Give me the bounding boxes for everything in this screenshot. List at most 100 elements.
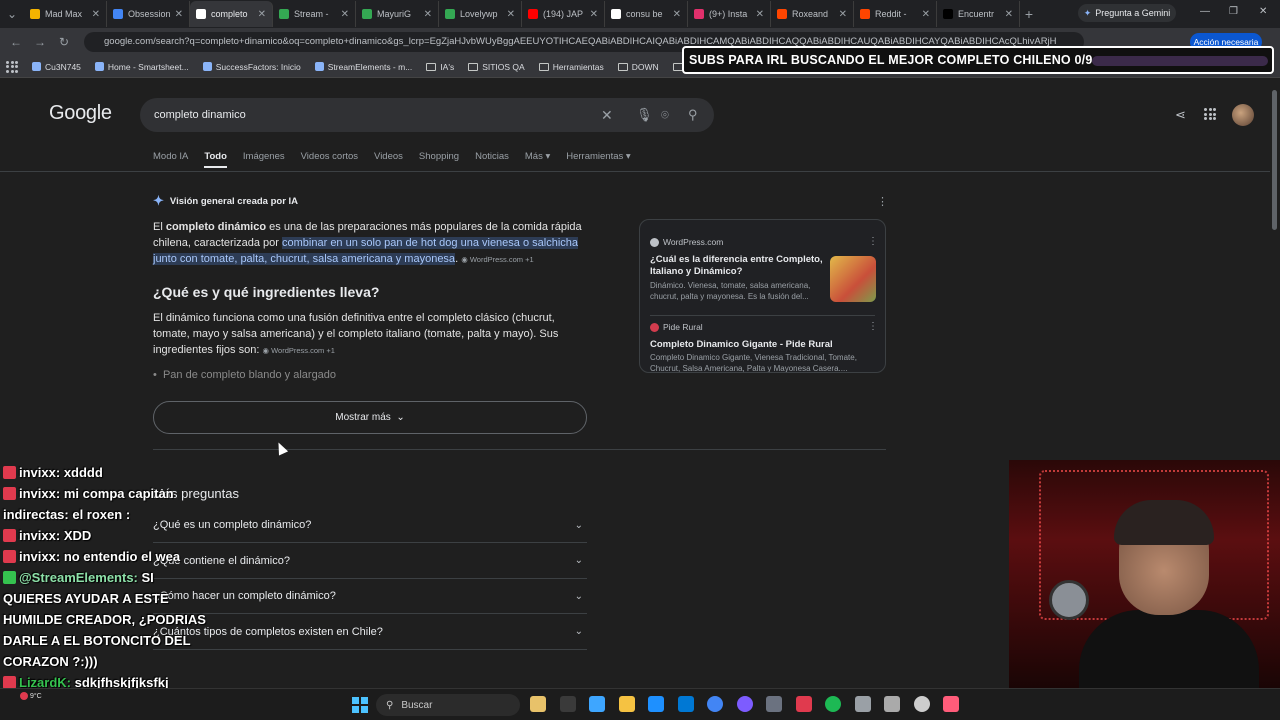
forward-icon[interactable]: → — [28, 35, 52, 49]
source-site[interactable]: WordPress.com — [650, 237, 723, 247]
avatar[interactable] — [1232, 104, 1254, 126]
close-tab-icon[interactable]: ✕ — [922, 9, 930, 20]
windows-start-icon[interactable] — [352, 697, 368, 713]
browser-tab[interactable]: Mad Max ✕ — [24, 1, 107, 27]
search-tab[interactable]: Shopping — [419, 151, 459, 162]
tab-label: completo — [211, 9, 248, 19]
apps-grid-icon[interactable] — [6, 60, 18, 73]
browser-tab[interactable]: consu be ✕ — [605, 1, 688, 27]
close-tab-icon[interactable]: ✕ — [92, 9, 100, 20]
close-tab-icon[interactable]: ✕ — [1005, 9, 1013, 20]
minimize-icon[interactable]: — — [1200, 6, 1210, 17]
search-tab[interactable]: Videos cortos — [301, 151, 358, 162]
reload-icon[interactable]: ↻ — [52, 35, 76, 49]
source-chip[interactable]: ◉ WordPress.com +1 — [262, 346, 334, 355]
new-tab-button[interactable]: + — [1020, 6, 1038, 22]
source-site[interactable]: Pide Rural — [650, 322, 703, 332]
search-icon[interactable]: ⚲ — [688, 107, 698, 123]
gemini-button[interactable]: ✦ Pregunta a Gemini — [1078, 4, 1176, 22]
question-item[interactable]: ¿Cuántos tipos de completos existen en C… — [153, 615, 587, 650]
folder-icon[interactable] — [618, 696, 635, 712]
bookmark-item[interactable]: StreamElements - m... — [314, 62, 412, 72]
close-tab-icon[interactable]: ✕ — [590, 9, 598, 20]
calculator-icon[interactable] — [766, 696, 782, 712]
close-tab-icon[interactable]: ✕ — [839, 9, 847, 20]
more-options-icon[interactable]: ⋮ — [877, 195, 888, 208]
question-item[interactable]: ¿Qué contiene el dinámico? ⌄ — [153, 544, 587, 579]
browser-tab[interactable]: Lovelywp ✕ — [439, 1, 522, 27]
browser-tab[interactable]: (9+) Insta ✕ — [688, 1, 771, 27]
source-chip[interactable]: ◉ WordPress.com +1 — [461, 255, 533, 264]
google-logo[interactable]: Google — [49, 102, 112, 125]
bookmark-item[interactable]: Home - Smartsheet... — [94, 62, 189, 72]
capture-icon[interactable] — [884, 696, 900, 712]
question-item[interactable]: ¿Qué es un completo dinámico? ⌄ — [153, 508, 587, 543]
close-window-icon[interactable]: ✕ — [1259, 6, 1267, 17]
maps-icon[interactable] — [943, 696, 959, 712]
subs-goal-text: SUBS PARA IRL BUSCANDO EL MEJOR COMPLETO… — [689, 53, 1093, 67]
close-tab-icon[interactable]: ✕ — [175, 9, 183, 20]
store-icon[interactable] — [648, 696, 664, 712]
browser-tab[interactable]: Reddit - ✕ — [854, 1, 937, 27]
search-tab[interactable]: Más ▾ — [525, 151, 550, 162]
browser-tab[interactable]: (194) JAP ✕ — [522, 1, 605, 27]
source-thumbnail[interactable] — [830, 256, 876, 302]
bookmark-item[interactable]: SITIOS QA — [468, 62, 525, 72]
search-query[interactable]: completo dinamico — [154, 109, 246, 121]
close-tab-icon[interactable]: ✕ — [756, 9, 764, 20]
close-tab-icon[interactable]: ✕ — [258, 9, 266, 20]
source-menu-icon[interactable]: ⋮ — [868, 321, 878, 332]
notepad-icon[interactable] — [854, 696, 871, 712]
search-tab[interactable]: Noticias — [475, 151, 509, 162]
task-view-icon[interactable] — [559, 696, 576, 712]
scrollbar[interactable] — [1272, 90, 1277, 230]
browser-tab[interactable]: Encuentr ✕ — [937, 1, 1020, 27]
bookmark-item[interactable]: IA's — [426, 62, 454, 72]
clear-icon[interactable]: ✕ — [601, 107, 613, 124]
close-tab-icon[interactable]: ✕ — [341, 9, 349, 20]
chat-text: DARLE A EL BOTONCITO DEL — [3, 633, 191, 648]
bookmark-item[interactable]: Cu3N745 — [32, 62, 81, 72]
taskbar-search[interactable]: ⚲ Buscar — [376, 694, 520, 716]
show-more-button[interactable]: Mostrar más ⌄ — [153, 401, 587, 434]
mail-icon[interactable] — [677, 696, 694, 712]
browser-tab[interactable]: completo ✕ — [190, 1, 273, 27]
discord-icon[interactable] — [736, 696, 753, 712]
browser-tab[interactable]: Obsession ✕ — [107, 1, 190, 27]
microphone-icon[interactable]: 🎙 — [636, 107, 653, 123]
maximize-icon[interactable]: ❐ — [1229, 6, 1238, 17]
tab-search-icon[interactable]: ⌄ — [0, 7, 24, 21]
search-tab[interactable]: Videos — [374, 151, 403, 162]
folder-icon — [426, 62, 437, 71]
bookmark-label: DOWN — [631, 61, 659, 72]
bookmark-item[interactable]: SuccessFactors: Inicio — [202, 62, 301, 72]
back-icon[interactable]: ← — [4, 35, 28, 49]
question-item[interactable]: ¿Cómo hacer un completo dinámico? ⌄ — [153, 579, 587, 614]
bookmark-item[interactable]: Herramientas — [538, 62, 604, 72]
browser-tab[interactable]: Stream - ✕ — [273, 1, 356, 27]
chrome-icon[interactable] — [707, 696, 723, 712]
weather-widget[interactable]: 9°C — [20, 692, 42, 700]
file-explorer-icon[interactable] — [530, 696, 546, 712]
obs-icon[interactable] — [913, 696, 930, 712]
source-title[interactable]: Completo Dinamico Gigante - Pide Rural — [650, 339, 880, 351]
search-tab[interactable]: Todo — [204, 151, 227, 168]
search-box[interactable]: completo dinamico ✕ 🎙 ⌾ ⚲ — [140, 98, 714, 132]
copilot-icon[interactable] — [589, 696, 605, 712]
close-tab-icon[interactable]: ✕ — [673, 9, 681, 20]
lens-icon[interactable]: ⌾ — [661, 107, 669, 123]
close-tab-icon[interactable]: ✕ — [507, 9, 515, 20]
search-tab[interactable]: Imágenes — [243, 151, 285, 162]
browser-tab[interactable]: Roxeand ✕ — [771, 1, 854, 27]
close-tab-icon[interactable]: ✕ — [424, 9, 432, 20]
app-icon[interactable] — [795, 696, 812, 712]
search-tab[interactable]: Modo IA — [153, 151, 188, 162]
search-tab[interactable]: Herramientas ▾ — [566, 151, 630, 162]
google-apps-icon[interactable] — [1204, 108, 1216, 120]
share-icon[interactable]: ⋖ — [1175, 107, 1186, 123]
spotify-icon[interactable] — [825, 696, 841, 712]
source-menu-icon[interactable]: ⋮ — [868, 236, 878, 247]
browser-tab[interactable]: MayuriG ✕ — [356, 1, 439, 27]
bookmark-item[interactable]: DOWN — [617, 61, 659, 72]
source-title[interactable]: ¿Cuál es la diferencia entre Completo, I… — [650, 254, 825, 278]
